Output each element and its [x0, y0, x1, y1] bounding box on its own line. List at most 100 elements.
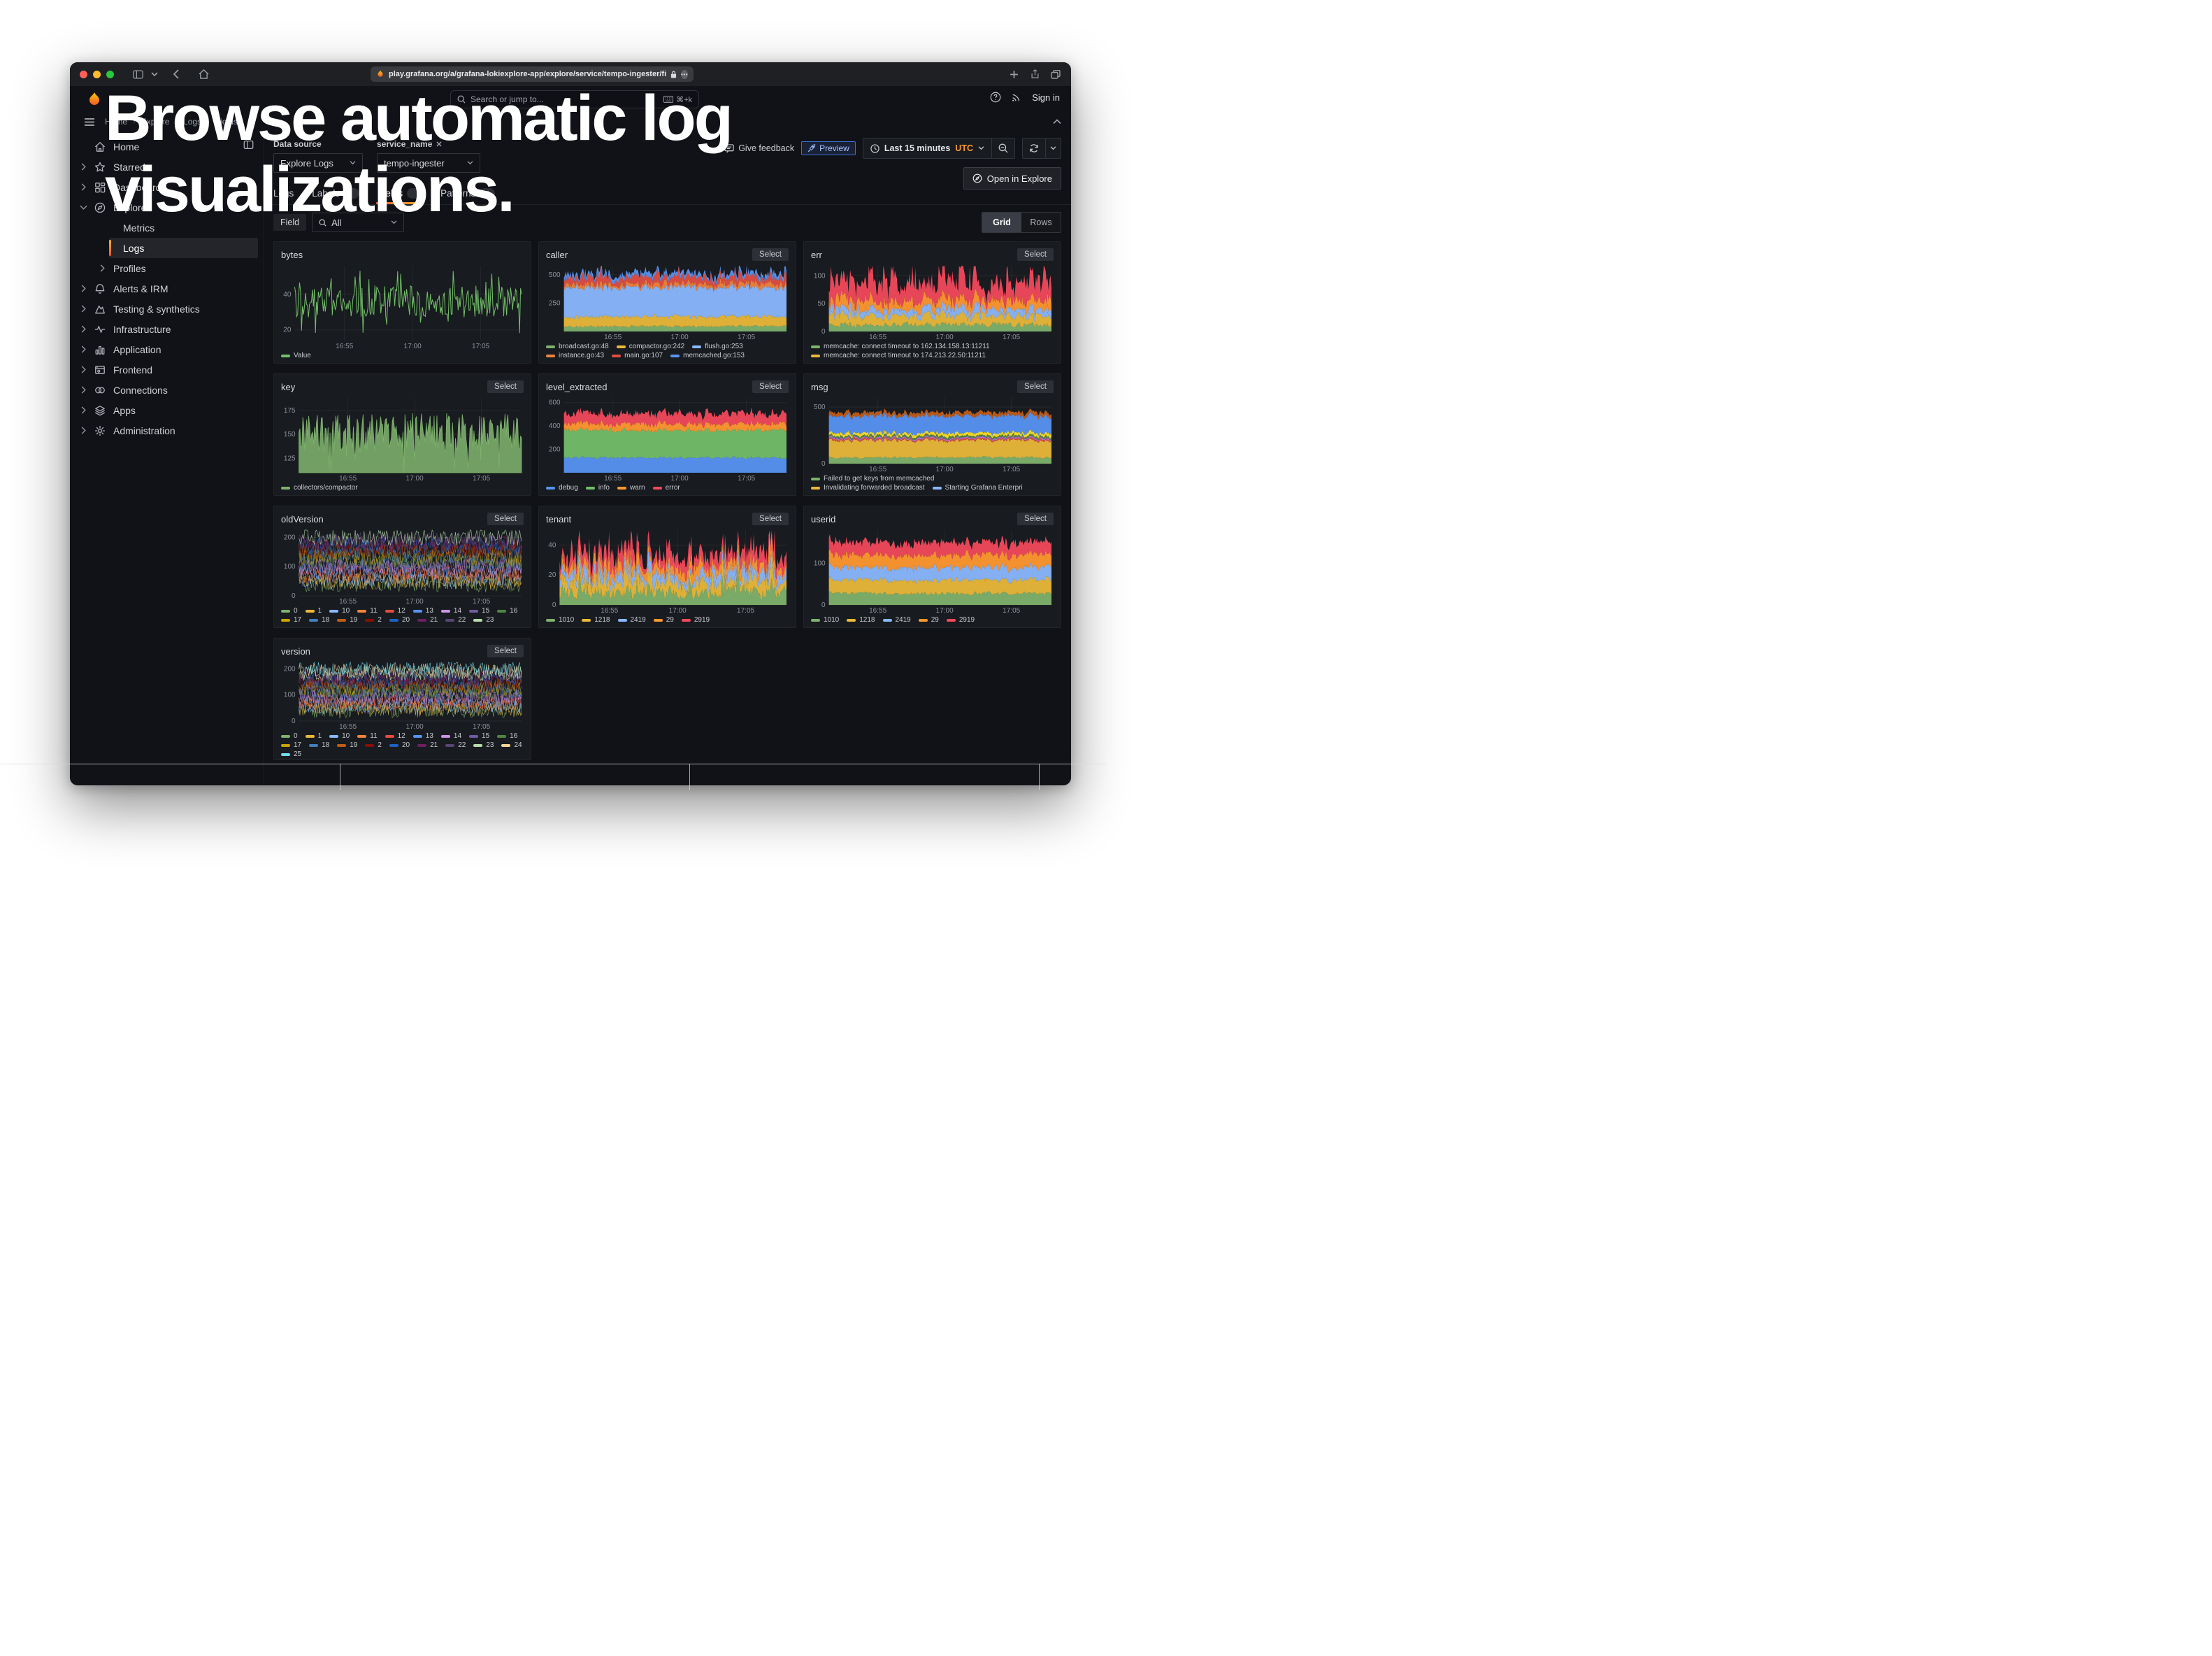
tab-logs[interactable]: Logs [273, 188, 294, 204]
share-icon[interactable] [1026, 66, 1043, 83]
legend-item[interactable]: Failed to get keys from memcached [811, 475, 934, 483]
chevron-right-icon[interactable] [76, 163, 91, 171]
legend-item[interactable]: info [586, 484, 610, 492]
select-button[interactable]: Select [752, 513, 789, 525]
legend-item[interactable]: collectors/compactor [281, 484, 358, 492]
legend-item[interactable]: 13 [413, 607, 433, 615]
sidebar-item-starred[interactable]: Starred [76, 157, 258, 177]
sidebar-item-testing-synthetics[interactable]: Testing & synthetics [76, 299, 258, 319]
legend-item[interactable]: 1 [306, 732, 322, 740]
select-button[interactable]: Select [487, 380, 524, 393]
legend-item[interactable]: 12 [385, 607, 405, 615]
chevron-down-icon[interactable] [76, 204, 91, 210]
legend-item[interactable]: 17 [281, 741, 301, 749]
legend-item[interactable]: memcached.go:153 [670, 352, 745, 359]
select-button[interactable]: Select [1017, 380, 1054, 393]
legend-item[interactable]: 1010 [546, 616, 574, 624]
more-options-icon[interactable]: ••• [681, 70, 688, 79]
service-name-select[interactable]: tempo-ingester [377, 153, 480, 173]
refresh-button[interactable] [1023, 138, 1045, 158]
chart-key[interactable]: 12515017516:5517:0017:05 [281, 394, 524, 482]
chevron-right-icon[interactable] [76, 406, 91, 414]
tabs-overview-icon[interactable] [1047, 66, 1064, 83]
tab-patterns[interactable]: Patterns8 [440, 188, 495, 204]
legend-item[interactable]: 19 [337, 741, 357, 749]
legend-item[interactable]: memcache: connect timeout to 174.213.22.… [811, 352, 986, 359]
breadcrumb-item[interactable]: Logs [183, 117, 201, 127]
sidebar-item-logs[interactable]: Logs [109, 238, 258, 258]
tab-labels[interactable]: Labels [312, 188, 359, 204]
legend-item[interactable]: warn [617, 484, 645, 492]
legend-item[interactable]: 12 [385, 732, 405, 740]
data-source-select[interactable]: Explore Logs [273, 153, 363, 173]
legend-item[interactable]: 2 [365, 616, 382, 624]
chart-userid[interactable]: 010016:5517:0017:05 [811, 527, 1054, 614]
legend-item[interactable]: 22 [445, 741, 466, 749]
search-input[interactable]: Search or jump to... ⌘+k [450, 90, 699, 108]
legend-item[interactable]: 23 [473, 741, 494, 749]
select-button[interactable]: Select [752, 380, 789, 393]
legend-item[interactable]: 14 [441, 607, 461, 615]
sidebar-toggle-icon[interactable] [129, 66, 146, 83]
select-button[interactable]: Select [752, 248, 789, 261]
legend-item[interactable]: 11 [357, 607, 377, 615]
remove-filter-icon[interactable]: ✕ [436, 141, 442, 149]
chart-err[interactable]: 05010016:5517:0017:05 [811, 262, 1054, 341]
menu-icon[interactable] [81, 113, 98, 130]
legend-item[interactable]: 2919 [947, 616, 975, 624]
sidebar-item-infrastructure[interactable]: Infrastructure [76, 319, 258, 339]
dock-sidebar-icon[interactable] [243, 140, 254, 153]
sidebar-item-home[interactable]: Home [76, 136, 258, 157]
legend-item[interactable]: 17 [281, 616, 301, 624]
chevron-down-icon[interactable] [146, 66, 163, 83]
legend-item[interactable]: 18 [309, 741, 329, 749]
breadcrumb-item[interactable]: Fields [215, 117, 238, 127]
open-in-explore-button[interactable]: Open in Explore [963, 167, 1061, 190]
chart-tenant[interactable]: 0204016:5517:0017:05 [546, 527, 789, 614]
legend-item[interactable]: 29 [654, 616, 674, 624]
legend-item[interactable]: 0 [281, 732, 298, 740]
sidebar-item-connections[interactable]: Connections [76, 380, 258, 400]
chart-version[interactable]: 010020016:5517:0017:05 [281, 659, 524, 730]
address-bar[interactable]: play.grafana.org/a/grafana-lokiexplore-a… [371, 66, 694, 82]
select-button[interactable]: Select [1017, 513, 1054, 525]
refresh-interval-dropdown[interactable] [1045, 138, 1061, 158]
legend-item[interactable]: 15 [469, 607, 489, 615]
legend-item[interactable]: 15 [469, 732, 489, 740]
legend-item[interactable]: 2 [365, 741, 382, 749]
chart-bytes[interactable]: 204016:5517:0017:05 [281, 262, 524, 350]
field-filter-select[interactable]: All [312, 213, 404, 232]
legend-item[interactable]: 22 [445, 616, 466, 624]
legend-item[interactable]: error [653, 484, 680, 492]
legend-item[interactable]: 21 [417, 616, 438, 624]
legend-item[interactable]: 19 [337, 616, 357, 624]
legend-item[interactable]: 29 [919, 616, 939, 624]
legend-item[interactable]: Invalidating forwarded broadcast [811, 484, 925, 492]
chevron-right-icon[interactable] [76, 427, 91, 434]
legend-item[interactable]: debug [546, 484, 578, 492]
chevron-right-icon[interactable] [76, 305, 91, 313]
chart-msg[interactable]: 050016:5517:0017:05 [811, 394, 1054, 473]
legend-item[interactable]: 1 [306, 607, 322, 615]
legend-item[interactable]: 24 [501, 741, 522, 749]
sidebar-item-frontend[interactable]: Frontend [76, 359, 258, 380]
zoom-out-button[interactable] [991, 138, 1014, 158]
chevron-right-icon[interactable] [76, 386, 91, 394]
chart-level_extracted[interactable]: 20040060016:5517:0017:05 [546, 394, 789, 482]
chevron-right-icon[interactable] [76, 325, 91, 333]
legend-item[interactable]: broadcast.go:48 [546, 343, 609, 350]
legend-item[interactable]: Value [281, 352, 311, 359]
legend-item[interactable]: 16 [497, 732, 517, 740]
legend-item[interactable]: 14 [441, 732, 461, 740]
home-icon[interactable] [195, 66, 212, 83]
legend-item[interactable]: 10 [329, 607, 350, 615]
legend-item[interactable]: 1010 [811, 616, 839, 624]
sidebar-item-explore[interactable]: Explore [76, 197, 258, 217]
chevron-right-icon[interactable] [76, 366, 91, 373]
legend-item[interactable]: main.go:107 [612, 352, 663, 359]
sidebar-item-apps[interactable]: Apps [76, 400, 258, 420]
legend-item[interactable]: 2919 [682, 616, 710, 624]
chart-oldVersion[interactable]: 010020016:5517:0017:05 [281, 527, 524, 605]
chevron-right-icon[interactable] [76, 285, 91, 292]
breadcrumb-item[interactable]: Home [105, 117, 127, 127]
